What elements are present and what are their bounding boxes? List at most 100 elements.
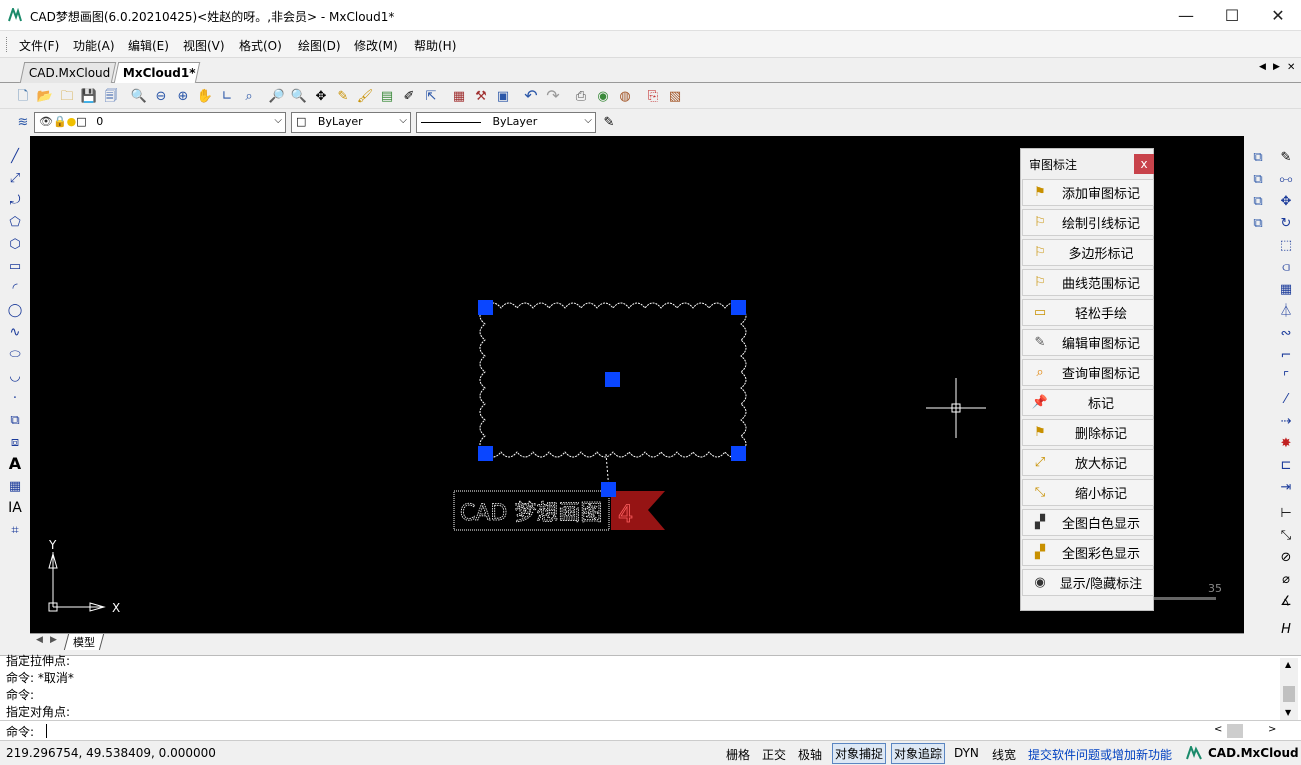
xline-icon[interactable]: ⤢ — [6, 169, 24, 187]
circle-icon[interactable]: ◯ — [6, 301, 24, 319]
color-display-button[interactable]: ▞ 全图彩色显示 — [1022, 539, 1154, 566]
dim-linear-icon[interactable]: ⊢ — [1277, 504, 1295, 522]
insert-block-icon[interactable]: ⧉ — [6, 411, 24, 429]
menu-function[interactable]: 功能(A) — [73, 37, 115, 54]
point-icon[interactable]: · — [6, 389, 24, 407]
linetype-select[interactable]: ByLayer ⌵ — [416, 112, 596, 133]
toggle-osnap[interactable]: 对象捕捉 — [832, 743, 887, 764]
toggle-ortho[interactable]: 正交 — [762, 746, 786, 763]
zoom-extents-icon[interactable]: ⌕ — [240, 87, 258, 105]
toggle-otrack[interactable]: 对象追踪 — [891, 743, 946, 764]
move-cross-icon[interactable]: ✥ — [312, 87, 330, 105]
toggle-lineweight[interactable]: 线宽 — [992, 746, 1016, 763]
spline-icon[interactable]: ∿ — [6, 323, 24, 341]
line-icon[interactable]: ╱ — [6, 147, 24, 165]
copy-icon[interactable]: ⧟ — [1277, 170, 1295, 188]
match-properties-icon[interactable]: 🖌 — [356, 87, 374, 105]
layout-prev-icon[interactable]: ◀ — [36, 635, 43, 645]
minimize-button[interactable]: — — [1163, 0, 1209, 31]
curve-markup-button[interactable]: ⚐ 曲线范围标记 — [1022, 269, 1154, 296]
break-icon[interactable]: ⊏ — [1277, 456, 1295, 474]
hscroll-right-icon[interactable]: > — [1268, 724, 1276, 735]
draw-order-back-icon[interactable]: ⧉ — [1249, 170, 1267, 188]
dim-aligned-icon[interactable]: ⤡ — [1277, 526, 1295, 544]
explode-icon[interactable]: ✸ — [1277, 434, 1295, 452]
mark-button[interactable]: 📌 标记 — [1022, 389, 1154, 416]
tab-close-icon[interactable]: ✕ — [1287, 62, 1295, 73]
print-icon[interactable]: ⎙ — [572, 87, 590, 105]
scroll-down-icon[interactable]: ▼ — [1285, 708, 1291, 717]
join-icon[interactable]: ⇥ — [1277, 478, 1295, 496]
zoom-window-icon[interactable]: 🔍 — [130, 87, 148, 105]
text-icon[interactable]: A — [6, 455, 24, 473]
export-icon[interactable]: ⇱ — [422, 87, 440, 105]
polyline-icon[interactable]: ⤾ — [6, 191, 24, 209]
move-icon[interactable]: ✥ — [1277, 192, 1295, 210]
redo-icon[interactable]: ↷ — [544, 87, 562, 105]
toggle-grid[interactable]: 栅格 — [726, 746, 750, 763]
measure-icon[interactable]: ✐ — [400, 87, 418, 105]
tab-next-icon[interactable]: ▶ — [1273, 62, 1280, 72]
tools-icon[interactable]: ⚒ — [472, 87, 490, 105]
pan-realtime-icon[interactable]: ✋ — [196, 87, 214, 105]
edit-markup-button[interactable]: ✎ 编辑审图标记 — [1022, 329, 1154, 356]
tab-model[interactable]: 模型 — [63, 634, 105, 650]
toggle-polar[interactable]: 极轴 — [798, 746, 822, 763]
fillet-icon[interactable]: ⌜ — [1277, 368, 1295, 386]
undo-icon[interactable]: ↶ — [522, 87, 540, 105]
layer-manager-icon[interactable]: ≋ — [14, 113, 32, 131]
lineweight-icon[interactable]: ✎ — [600, 113, 618, 131]
dim-diameter-icon[interactable]: ⌀ — [1277, 570, 1295, 588]
zoom-realtime-icon[interactable]: 🔍 — [290, 87, 308, 105]
trim-icon[interactable]: ⁄ — [1277, 390, 1295, 408]
rotate-icon[interactable]: ↻ — [1277, 214, 1295, 232]
tab-mxcloud1[interactable]: MxCloud1* — [113, 62, 201, 83]
pdf-icon[interactable]: ⎘ — [644, 87, 662, 105]
open-file-icon[interactable]: 📂 — [36, 87, 54, 105]
dim-angle-icon[interactable]: ∡ — [1277, 592, 1295, 610]
zoom-previous-icon[interactable]: 🔎 — [268, 87, 286, 105]
dim-radius-icon[interactable]: ⊘ — [1277, 548, 1295, 566]
hscroll-thumb[interactable] — [1227, 724, 1243, 738]
ellipse-icon[interactable]: ⬭ — [6, 345, 24, 363]
leader-markup-button[interactable]: ⚐ 绘制引线标记 — [1022, 209, 1154, 236]
color-select[interactable]: □ ByLayer ⌵ — [291, 112, 411, 133]
mirror-icon[interactable]: ⏃ — [1277, 302, 1295, 320]
scale-icon[interactable]: ⬚ — [1277, 236, 1295, 254]
feedback-link[interactable]: 提交软件问题或增加新功能 — [1028, 746, 1172, 763]
layer-select[interactable]: 👁🔒●□ 0 ⌵ — [34, 112, 286, 133]
extend-icon[interactable]: ⇢ — [1277, 412, 1295, 430]
new-file-icon[interactable]: 🗋 — [14, 87, 32, 105]
menu-format[interactable]: 格式(O) — [239, 37, 282, 54]
zoom-out-icon[interactable]: ⊖ — [152, 87, 170, 105]
mtext-icon[interactable]: IA — [6, 499, 24, 517]
shrink-markup-button[interactable]: ⤡ 缩小标记 — [1022, 479, 1154, 506]
web-icon[interactable]: ◍ — [616, 87, 634, 105]
add-markup-button[interactable]: ⚑ 添加审图标记 — [1022, 179, 1154, 206]
close-button[interactable]: ✕ — [1255, 0, 1301, 31]
enlarge-markup-button[interactable]: ⤢ 放大标记 — [1022, 449, 1154, 476]
bring-above-icon[interactable]: ⧉ — [1249, 192, 1267, 210]
delete-markup-button[interactable]: ⚑ 删除标记 — [1022, 419, 1154, 446]
tab-prev-icon[interactable]: ◀ — [1259, 62, 1266, 72]
panel-close-button[interactable]: x — [1134, 154, 1154, 174]
menu-help[interactable]: 帮助(H) — [414, 37, 456, 54]
array-icon[interactable]: ▦ — [1277, 280, 1295, 298]
table-icon[interactable]: ▦ — [6, 477, 24, 495]
polygon-markup-button[interactable]: ⚐ 多边形标记 — [1022, 239, 1154, 266]
properties-icon[interactable]: ▣ — [494, 87, 512, 105]
stretch-icon[interactable]: ∾ — [1277, 324, 1295, 342]
freehand-button[interactable]: ▭ 轻松手绘 — [1022, 299, 1154, 326]
save-icon[interactable]: 💾 — [80, 87, 98, 105]
toggle-dyn[interactable]: DYN — [954, 746, 979, 760]
ucs-icon[interactable]: ∟ — [218, 87, 236, 105]
menu-draw[interactable]: 绘图(D) — [298, 37, 341, 54]
menu-modify[interactable]: 修改(M) — [354, 37, 398, 54]
command-scrollbar[interactable]: ▲ ▼ — [1280, 658, 1298, 720]
save-as-icon[interactable]: 🗐 — [102, 87, 120, 105]
layout-next-icon[interactable]: ▶ — [50, 635, 57, 645]
command-input-row[interactable]: 命令: < > — [0, 720, 1301, 740]
white-display-button[interactable]: ▞ 全图白色显示 — [1022, 509, 1154, 536]
toggle-markup-visibility-button[interactable]: ◉ 显示/隐藏标注 — [1022, 569, 1154, 596]
offset-icon[interactable]: ⫏ — [1277, 258, 1295, 276]
